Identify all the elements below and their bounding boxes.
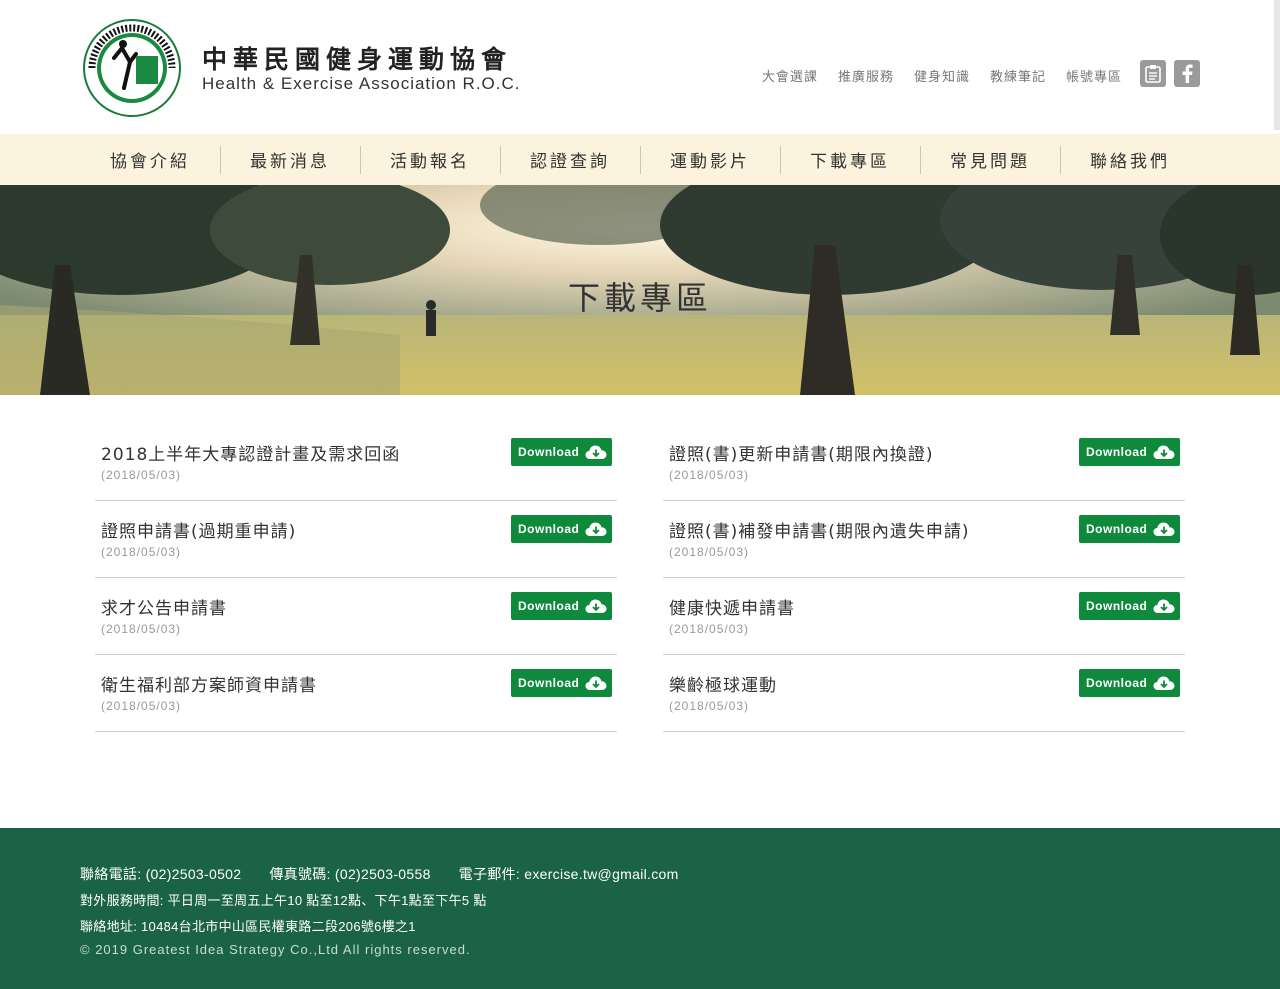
download-item: 證照(書)補發申請書(期限內遺失申請) (2018/05/03) Downloa… xyxy=(663,501,1185,578)
download-item-title: 健康快遞申請書 xyxy=(669,599,795,619)
nav-item-downloads[interactable]: 下載專區 xyxy=(780,134,920,185)
download-button-label: Download xyxy=(518,599,580,613)
download-item-title: 2018上半年大專認證計畫及需求回函 xyxy=(101,445,401,465)
nav-item-certification[interactable]: 認證查詢 xyxy=(500,134,640,185)
clipboard-icon[interactable] xyxy=(1140,60,1166,87)
brand-name-english[interactable]: Health & Exercise Association R.O.C. xyxy=(202,74,521,94)
download-button[interactable]: Download xyxy=(511,592,612,620)
download-button-label: Download xyxy=(518,445,580,459)
facebook-icon[interactable] xyxy=(1174,60,1200,87)
footer-copyright: © 2019 Greatest Idea Strategy Co.,Ltd Al… xyxy=(80,942,471,957)
top-link-bar: 大會選課 推廣服務 健身知識 教練筆記 帳號專區 xyxy=(762,66,1122,85)
page-title: 下載專區 xyxy=(567,279,712,317)
download-item: 證照申請書(過期重申請) (2018/05/03) Download xyxy=(95,501,617,578)
download-button[interactable]: Download xyxy=(511,515,612,543)
footer-contact-line: 聯絡電話: (02)2503-0502 傳真號碼: (02)2503-0558 電子… xyxy=(80,864,679,884)
download-button[interactable]: Download xyxy=(1079,669,1180,697)
download-button-label: Download xyxy=(1086,676,1148,690)
main-navigation: 協會介紹 最新消息 活動報名 認證查詢 運動影片 下載專區 常見問題 聯絡我們 xyxy=(0,134,1280,185)
download-item: 樂齡極球運動 (2018/05/03) Download xyxy=(663,655,1185,732)
download-list-right: 證照(書)更新申請書(期限內換證) (2018/05/03) Download … xyxy=(663,424,1185,732)
footer-phone: 聯絡電話: (02)2503-0502 xyxy=(80,866,242,882)
nav-item-label: 認證查詢 xyxy=(530,152,610,172)
download-button[interactable]: Download xyxy=(511,669,612,697)
nav-item-label: 協會介紹 xyxy=(110,152,190,172)
download-item-title: 證照(書)補發申請書(期限內遺失申請) xyxy=(669,522,970,542)
download-item: 證照(書)更新申請書(期限內換證) (2018/05/03) Download xyxy=(663,424,1185,501)
page-banner: 下載專區 xyxy=(0,185,1280,395)
download-button-label: Download xyxy=(518,522,580,536)
download-item: 衛生福利部方案師資申請書 (2018/05/03) Download xyxy=(95,655,617,732)
download-item-title: 證照(書)更新申請書(期限內換證) xyxy=(669,445,934,465)
nav-item-label: 聯絡我們 xyxy=(1090,152,1170,172)
nav-item-label: 活動報名 xyxy=(390,152,470,172)
nav-item-contact[interactable]: 聯絡我們 xyxy=(1060,134,1200,185)
download-button[interactable]: Download xyxy=(1079,592,1180,620)
footer-hours: 對外服務時間: 平日周一至周五上午10 點至12點、下午1點至下午5 點 xyxy=(80,893,487,908)
cloud-download-icon xyxy=(1153,599,1175,613)
download-item-date: (2018/05/03) xyxy=(669,699,750,713)
download-button-label: Download xyxy=(518,676,580,690)
download-button[interactable]: Download xyxy=(1079,438,1180,466)
nav-item-about[interactable]: 協會介紹 xyxy=(80,134,220,185)
footer-email[interactable]: 電子郵件: exercise.tw@gmail.com xyxy=(459,866,679,882)
nav-item-label: 最新消息 xyxy=(250,152,330,172)
cloud-download-icon xyxy=(1153,522,1175,536)
top-link-coach-notes[interactable]: 教練筆記 xyxy=(990,66,1046,85)
nav-item-faq[interactable]: 常見問題 xyxy=(920,134,1060,185)
nav-item-label: 下載專區 xyxy=(810,152,890,172)
window-scrollbar[interactable] xyxy=(1274,0,1280,130)
cloud-download-icon xyxy=(585,522,607,536)
download-item-title: 證照申請書(過期重申請) xyxy=(101,522,297,542)
download-item-date: (2018/05/03) xyxy=(669,545,750,559)
download-item-date: (2018/05/03) xyxy=(669,622,750,636)
footer-fax: 傳真號碼: (02)2503-0558 xyxy=(269,866,431,882)
cloud-download-icon xyxy=(1153,676,1175,690)
download-list-left: 2018上半年大專認證計畫及需求回函 (2018/05/03) Download… xyxy=(95,424,617,732)
association-logo[interactable] xyxy=(82,18,182,118)
download-item: 求才公告申請書 (2018/05/03) Download xyxy=(95,578,617,655)
nav-item-videos[interactable]: 運動影片 xyxy=(640,134,780,185)
download-item-date: (2018/05/03) xyxy=(101,468,182,482)
download-item-title: 衛生福利部方案師資申請書 xyxy=(101,676,317,696)
download-item-title: 求才公告申請書 xyxy=(101,599,227,619)
cloud-download-icon xyxy=(585,599,607,613)
top-link-knowledge[interactable]: 健身知識 xyxy=(914,66,970,85)
footer-address: 聯絡地址: 10484台北市中山區民權東路二段206號6樓之1 xyxy=(80,919,416,934)
top-link-account[interactable]: 帳號專區 xyxy=(1066,66,1122,85)
top-link-course[interactable]: 大會選課 xyxy=(762,66,818,85)
brand-name-chinese[interactable]: 中華民國健身運動協會 xyxy=(202,40,512,76)
top-icon-bar xyxy=(1140,60,1200,87)
download-button[interactable]: Download xyxy=(1079,515,1180,543)
site-footer: 聯絡電話: (02)2503-0502 傳真號碼: (02)2503-0558 電子… xyxy=(0,828,1280,989)
download-item-date: (2018/05/03) xyxy=(101,545,182,559)
download-item-date: (2018/05/03) xyxy=(669,468,750,482)
download-button-label: Download xyxy=(1086,522,1148,536)
download-item: 健康快遞申請書 (2018/05/03) Download xyxy=(663,578,1185,655)
top-link-promotion[interactable]: 推廣服務 xyxy=(838,66,894,85)
download-item-date: (2018/05/03) xyxy=(101,622,182,636)
download-item-date: (2018/05/03) xyxy=(101,699,182,713)
nav-item-events[interactable]: 活動報名 xyxy=(360,134,500,185)
cloud-download-icon xyxy=(1153,445,1175,459)
nav-item-label: 常見問題 xyxy=(950,152,1030,172)
nav-item-label: 運動影片 xyxy=(670,152,750,172)
download-button-label: Download xyxy=(1086,445,1148,459)
download-item-title: 樂齡極球運動 xyxy=(669,676,777,696)
cloud-download-icon xyxy=(585,676,607,690)
download-button[interactable]: Download xyxy=(511,438,612,466)
download-button-label: Download xyxy=(1086,599,1148,613)
cloud-download-icon xyxy=(585,445,607,459)
site-header: 中華民國健身運動協會 Health & Exercise Association… xyxy=(0,0,1280,134)
nav-item-news[interactable]: 最新消息 xyxy=(220,134,360,185)
download-item: 2018上半年大專認證計畫及需求回函 (2018/05/03) Download xyxy=(95,424,617,501)
